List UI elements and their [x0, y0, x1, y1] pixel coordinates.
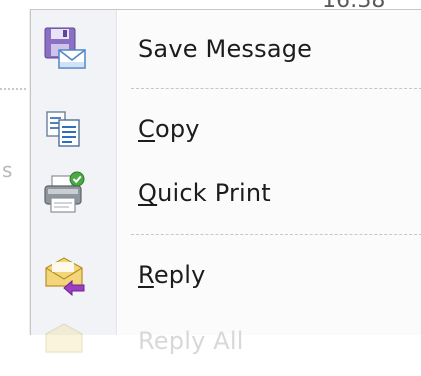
menu-item-label: Reply: [138, 261, 206, 289]
quick-print-icon: [41, 169, 89, 217]
background-letter: s: [2, 158, 13, 182]
reply-all-icon: [41, 317, 89, 365]
menu-item-copy[interactable]: Copy: [31, 94, 421, 164]
context-menu: Save Message Copy Quick Print Reply Repl…: [30, 9, 421, 355]
menu-separator: [131, 234, 421, 235]
background-dotted-line: [0, 88, 26, 90]
menu-item-label: Reply All: [138, 327, 244, 355]
menu-item-label: Save Message: [138, 35, 313, 63]
menu-item-save-message[interactable]: Save Message: [31, 14, 421, 84]
menu-item-label: Copy: [138, 115, 200, 143]
menu-item-quick-print[interactable]: Quick Print: [31, 158, 421, 228]
copy-icon: [41, 105, 89, 153]
menu-item-reply-all[interactable]: Reply All: [31, 306, 421, 376]
menu-item-label: Quick Print: [138, 179, 271, 207]
menu-item-reply[interactable]: Reply: [31, 240, 421, 310]
reply-icon: [41, 251, 89, 299]
save-message-icon: [41, 25, 89, 73]
menu-separator: [131, 88, 421, 89]
